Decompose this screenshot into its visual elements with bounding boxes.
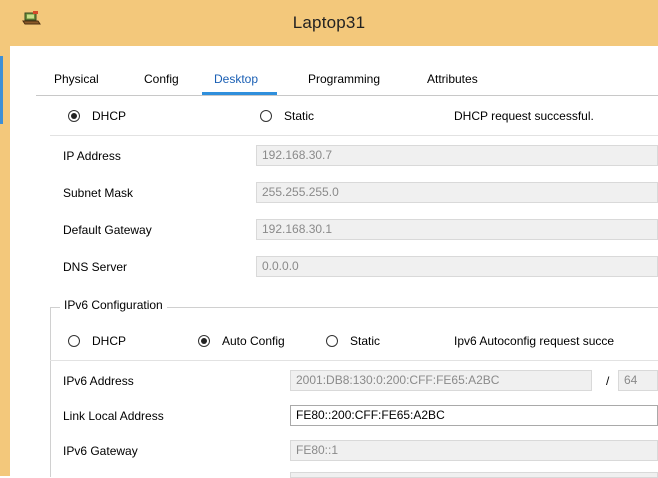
divider [50, 360, 658, 361]
ipv6-prefix-field[interactable]: 64 [618, 370, 658, 391]
window-frame-left [0, 46, 10, 476]
tab-bar: Physical Config Desktop Programming Attr… [36, 64, 658, 96]
default-gateway-field[interactable]: 192.168.30.1 [256, 219, 658, 240]
ipv4-static-label: Static [284, 109, 315, 123]
radio-selected-dot [71, 113, 77, 119]
focus-accent [0, 56, 3, 124]
ipv6-autoconfig-radio[interactable] [198, 335, 210, 347]
tab-physical[interactable]: Physical [54, 72, 99, 86]
ipv6-gateway-label: IPv6 Gateway [63, 444, 138, 458]
ipv6-static-label: Static [350, 334, 381, 348]
ip-address-field[interactable]: 192.168.30.7 [256, 145, 658, 166]
dns-server-field[interactable]: 0.0.0.0 [256, 256, 658, 277]
tab-attributes[interactable]: Attributes [427, 72, 478, 86]
ipv6-group-title: IPv6 Configuration [60, 298, 167, 312]
window-title: Laptop31 [292, 13, 366, 32]
title-bar: Laptop31 [0, 0, 658, 46]
ipv6-static-radio[interactable] [326, 335, 338, 347]
ipv6-dhcp-radio[interactable] [68, 335, 80, 347]
active-tab-indicator [202, 92, 277, 95]
ipv6-autoconfig-label: Auto Config [222, 334, 285, 348]
subnet-mask-field[interactable]: 255.255.255.0 [256, 182, 658, 203]
ipv6-address-label: IPv6 Address [63, 374, 134, 388]
next-field-partial[interactable] [290, 472, 658, 478]
ipv6-dhcp-label: DHCP [92, 334, 127, 348]
ipv6-gateway-field[interactable]: FE80::1 [290, 440, 658, 461]
divider [50, 135, 658, 136]
link-local-address-field[interactable]: FE80::200:CFF:FE65:A2BC [290, 405, 658, 426]
ipv6-address-field[interactable]: 2001:DB8:130:0:200:CFF:FE65:A2BC [290, 370, 592, 391]
default-gateway-label: Default Gateway [63, 223, 152, 237]
link-local-label: Link Local Address [63, 409, 164, 423]
ip-address-label: IP Address [63, 149, 121, 163]
ipv4-static-radio[interactable] [260, 110, 272, 122]
dns-server-label: DNS Server [63, 260, 128, 274]
ipv4-status-text: DHCP request successful. [454, 109, 594, 123]
prefix-separator: / [606, 374, 610, 388]
subnet-mask-label: Subnet Mask [63, 186, 134, 200]
tab-config[interactable]: Config [144, 72, 179, 86]
ipv6-status-text: Ipv6 Autoconfig request succe [454, 334, 615, 348]
ipv4-dhcp-label: DHCP [92, 109, 127, 123]
tab-programming[interactable]: Programming [308, 72, 380, 86]
ipv4-dhcp-radio[interactable] [68, 110, 80, 122]
radio-selected-dot [201, 338, 207, 344]
tab-desktop[interactable]: Desktop [214, 72, 258, 86]
